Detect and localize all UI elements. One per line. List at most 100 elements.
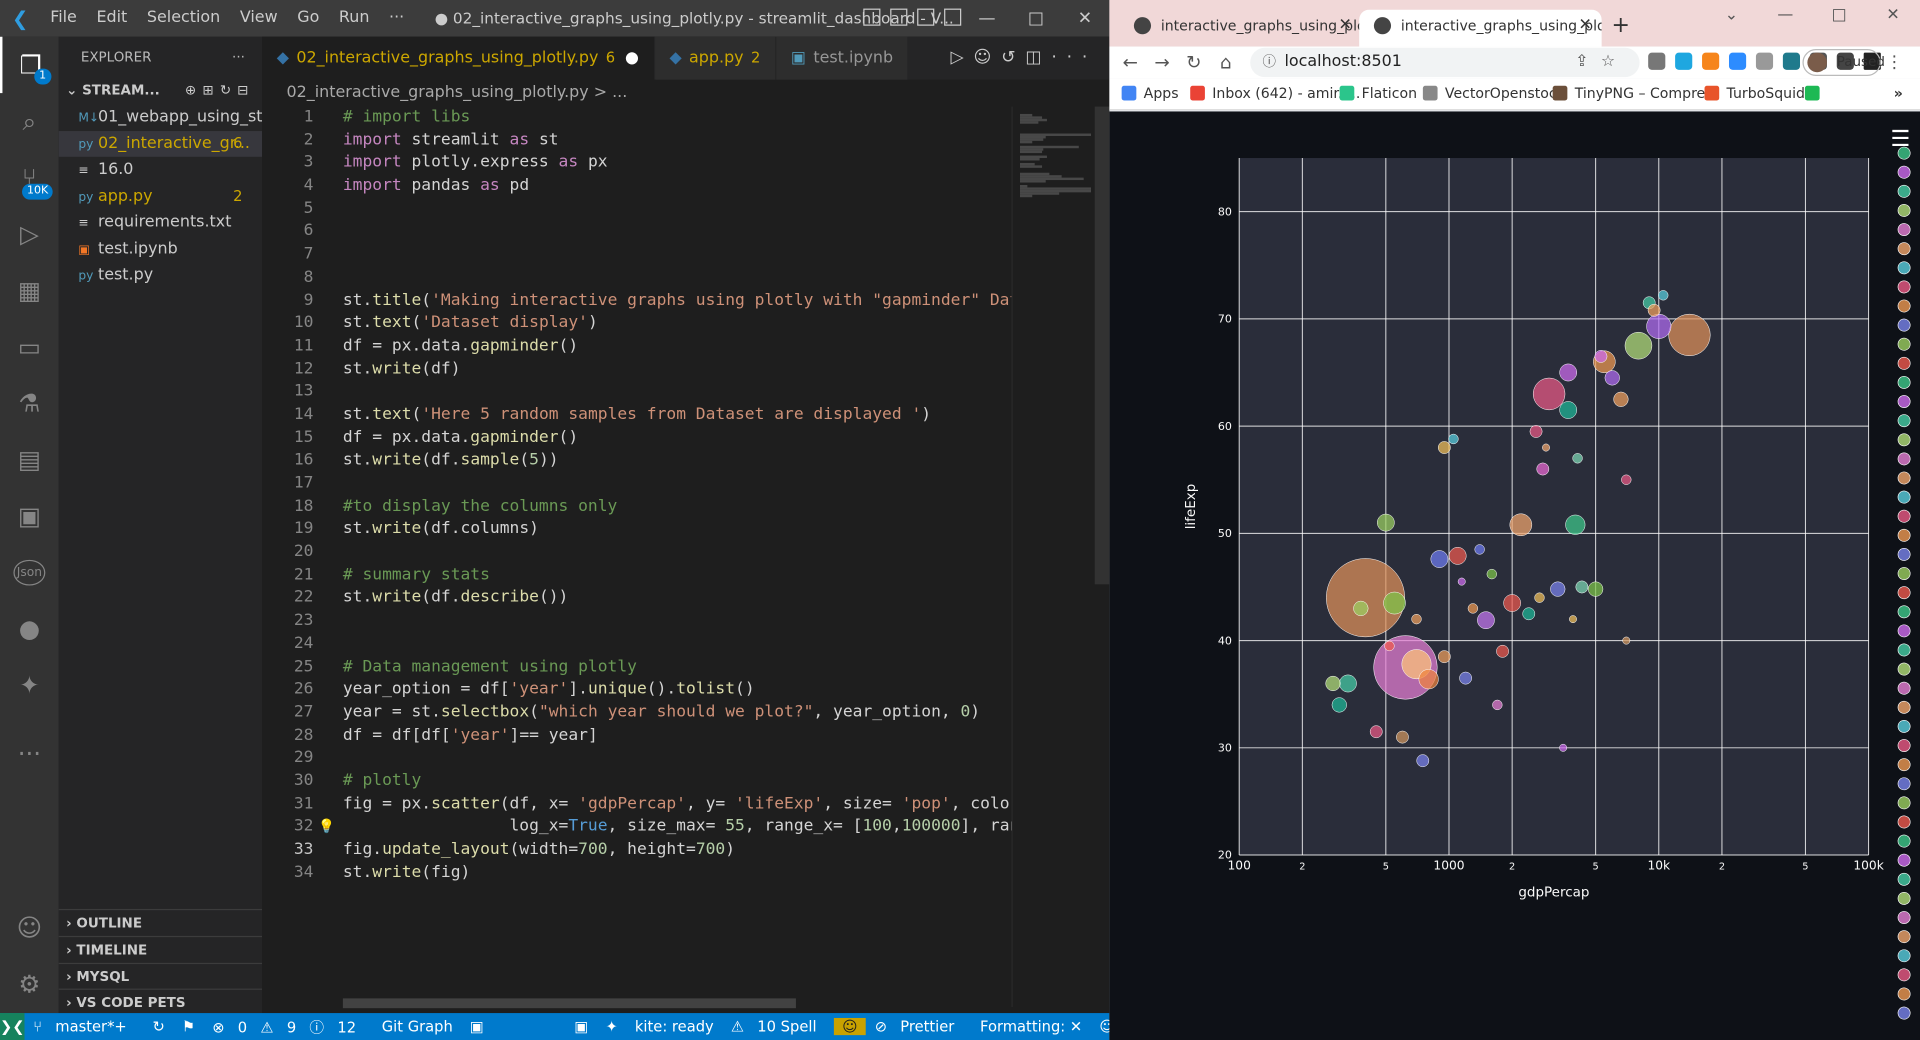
code-line[interactable]: 19 st.write(df.columns) (262, 519, 1011, 542)
data-point[interactable] (1331, 697, 1347, 713)
code-editor[interactable]: 1 # import libs 2 import streamlit as st 3 im… (262, 107, 1012, 1007)
code-line[interactable]: 20 (262, 542, 1011, 565)
code-line[interactable]: 1 # import libs (262, 107, 1011, 130)
legend-swatch[interactable] (1897, 930, 1911, 944)
data-point[interactable] (1565, 514, 1586, 535)
data-point[interactable] (1377, 513, 1395, 532)
file-item[interactable]: py test.py (59, 262, 262, 288)
data-point[interactable] (1396, 730, 1409, 744)
home-icon[interactable]: ⌂ (1210, 51, 1242, 73)
cat-icon[interactable]: ☺ (974, 48, 1002, 68)
data-point[interactable] (1416, 754, 1430, 768)
legend-swatch[interactable] (1897, 643, 1911, 657)
legend-swatch[interactable] (1897, 567, 1911, 580)
more-views-icon[interactable]: ··· (0, 725, 59, 781)
menu-view[interactable]: View (230, 0, 287, 37)
vscode-pets-section[interactable]: › VS CODE PETS (58, 988, 263, 1016)
browser-tab[interactable]: interactive_graphs_using_plotly ·✕ (1119, 10, 1362, 47)
legend-swatch[interactable] (1897, 719, 1911, 733)
menu-run[interactable]: Run (329, 0, 379, 37)
menu-file[interactable]: File (40, 0, 86, 37)
explorer-more-icon[interactable]: ··· (232, 37, 245, 77)
legend-swatch[interactable] (1897, 758, 1911, 772)
data-point[interactable] (1534, 592, 1545, 603)
data-point[interactable] (1624, 331, 1653, 360)
remote-indicator-icon[interactable]: ❯❮ (0, 1013, 25, 1040)
tab-search-icon[interactable]: ⌄ (1705, 0, 1759, 32)
sync-icon[interactable]: ↻ (144, 1018, 173, 1035)
timeline-icon[interactable]: ↺ (1001, 48, 1025, 68)
data-point[interactable] (1492, 699, 1503, 711)
data-point[interactable] (1430, 550, 1449, 568)
data-point[interactable] (1339, 674, 1357, 693)
legend-swatch[interactable] (1897, 987, 1911, 1001)
data-point[interactable] (1503, 594, 1521, 612)
outline-section[interactable]: › OUTLINE (58, 908, 263, 936)
extension-icon[interactable] (1675, 52, 1693, 70)
data-point[interactable] (1325, 675, 1341, 692)
file-item[interactable]: ≡ requirements.txt (59, 209, 262, 235)
tab-interactive-graphs[interactable]: ◆ 02_interactive_graphs_using_plotly.py 6 ● (262, 36, 655, 80)
code-line[interactable]: 25 # Data management using plotly (262, 656, 1011, 679)
legend-swatch[interactable] (1897, 834, 1911, 848)
legend-swatch[interactable] (1897, 280, 1911, 294)
account-icon[interactable]: ☺ (0, 899, 59, 955)
timeline-section[interactable]: › TIMELINE (58, 935, 263, 963)
data-point[interactable] (1572, 453, 1583, 464)
back-icon[interactable]: ← (1114, 51, 1146, 73)
copilot-icon[interactable]: ☺ (833, 1017, 867, 1036)
legend-swatch[interactable] (1897, 299, 1911, 313)
maximize-icon[interactable]: □ (1011, 0, 1060, 37)
data-point[interactable] (1542, 443, 1550, 452)
data-point[interactable] (1522, 607, 1536, 621)
share-icon[interactable]: ⇪ (1575, 53, 1601, 71)
legend-swatch[interactable] (1897, 376, 1911, 389)
bookmark-tinypng[interactable]: TinyPNG – Compre... (1552, 78, 1719, 107)
data-point[interactable] (1550, 581, 1566, 597)
legend-swatch[interactable] (1897, 204, 1911, 217)
testing-icon[interactable]: ⚗ (0, 375, 59, 431)
toggle-sidebar-icon[interactable] (863, 8, 881, 26)
extension-icon[interactable] (1648, 52, 1666, 70)
liveshare-icon[interactable]: ⚑ (173, 1018, 203, 1035)
bookmark-vectoropenstock[interactable]: VectorOpenstock (1422, 78, 1565, 107)
legend-swatch[interactable] (1897, 605, 1911, 619)
extension-icon[interactable] (1782, 52, 1801, 70)
legend-swatch[interactable] (1897, 739, 1911, 752)
bookmark-turbosquid[interactable]: TurboSquid (1704, 78, 1805, 107)
code-line[interactable]: 12 st.write(df) (262, 358, 1011, 381)
menu-go[interactable]: Go (287, 0, 329, 37)
legend-swatch[interactable] (1897, 395, 1911, 408)
site-info-icon[interactable]: ⓘ (1262, 48, 1275, 77)
data-point[interactable] (1588, 581, 1604, 597)
python-icon[interactable]: ✦ (0, 657, 59, 713)
code-line[interactable]: 10 st.text('Dataset display') (262, 313, 1011, 336)
legend-swatch[interactable] (1897, 452, 1911, 466)
problems-indicator[interactable]: ⊗ 0 ⚠ 9 ⓘ 12 (204, 1016, 374, 1037)
code-line[interactable]: 11 df = px.data.gapminder() (262, 335, 1011, 358)
legend-swatch[interactable] (1897, 184, 1911, 198)
data-point[interactable] (1384, 640, 1395, 652)
reload-icon[interactable]: ↻ (1178, 51, 1210, 73)
legend-swatch[interactable] (1897, 815, 1911, 829)
profile-button[interactable]: Paused (1802, 49, 1885, 76)
code-line[interactable]: 5 (262, 198, 1011, 221)
minimap[interactable] (1011, 106, 1098, 1007)
source-control-icon[interactable]: ⑂ 10K (0, 149, 59, 205)
code-line[interactable]: 30 # plotly (262, 770, 1011, 793)
data-point[interactable] (1448, 547, 1467, 565)
legend-swatch[interactable] (1897, 509, 1911, 523)
data-point[interactable] (1353, 600, 1369, 617)
close-tab-icon[interactable]: ✕ (1578, 10, 1591, 42)
code-line[interactable]: 31 fig = px.scatter(df, x= 'gdpPercap', y… (262, 793, 1012, 816)
mysql-section[interactable]: › MYSQL (58, 962, 263, 990)
menu-edit[interactable]: Edit (87, 0, 137, 37)
data-point[interactable] (1383, 591, 1406, 615)
settings-gear-icon[interactable]: ⚙ (0, 956, 59, 1012)
data-point[interactable] (1536, 462, 1550, 476)
legend-swatch[interactable] (1897, 968, 1911, 982)
code-line[interactable]: 8 (262, 267, 1011, 290)
kite-status[interactable]: kite: ready (626, 1018, 722, 1035)
forward-icon[interactable]: → (1146, 51, 1178, 73)
terminal-status-icon[interactable]: ▣ (461, 1018, 492, 1035)
